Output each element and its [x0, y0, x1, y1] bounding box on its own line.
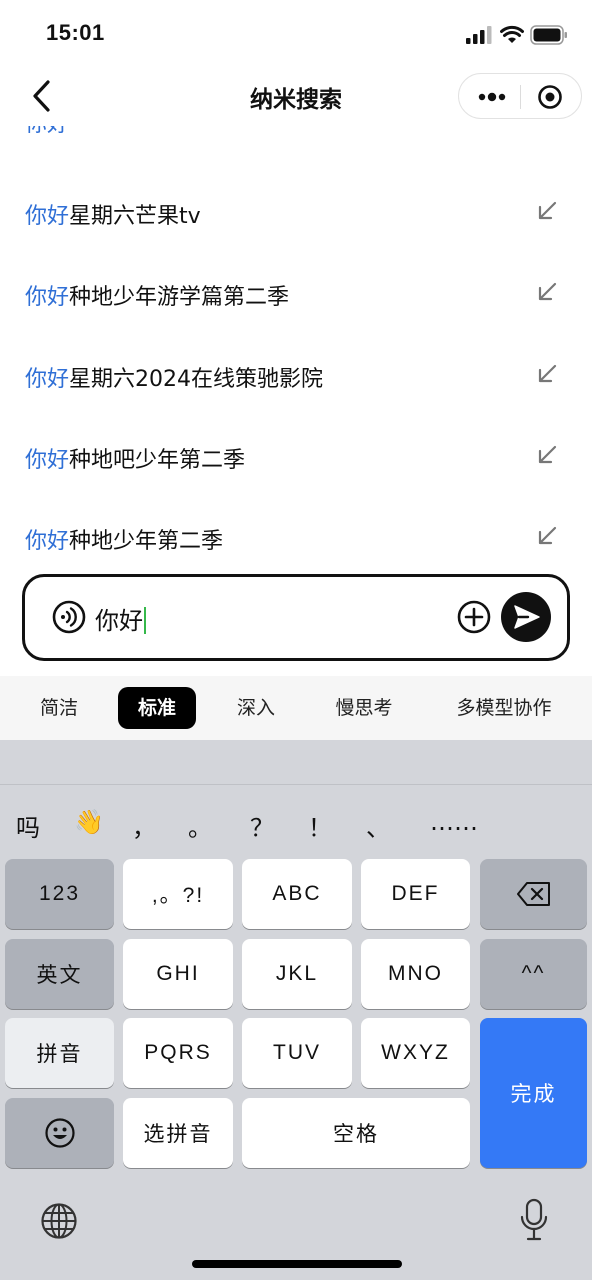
fill-arrow-icon[interactable] [536, 200, 558, 222]
suggestion-text: 你好星期六2024在线策驰影院 [25, 361, 323, 393]
wifi-icon [500, 25, 524, 43]
fill-arrow-icon[interactable] [536, 281, 558, 303]
microphone-icon[interactable] [520, 1198, 548, 1242]
suggestion-highlight: 你好 [25, 367, 70, 392]
done-key[interactable]: 完成 [480, 1018, 587, 1168]
suggestion-text: 你好种地少年游学篇第二季 [25, 279, 289, 311]
tab-standard[interactable]: 标准 [118, 687, 196, 729]
nav-bar: 纳米搜索 [0, 68, 592, 126]
backspace-key[interactable] [480, 859, 587, 929]
suggestion-text: 你好星期六芒果tv [25, 198, 201, 230]
status-time: 15:01 [46, 20, 105, 45]
tab-deep[interactable]: 深入 [222, 687, 290, 729]
voice-input-icon[interactable] [52, 600, 86, 634]
candidate-enumeration-comma[interactable]: 、 [366, 808, 390, 843]
fill-arrow-icon[interactable] [536, 525, 558, 547]
cellular-signal-icon [466, 26, 492, 44]
tab-multi-model[interactable]: 多模型协作 [446, 687, 562, 729]
suggestion-highlight: 你好 [25, 204, 70, 229]
mode-tabs: 简洁 标准 深入 慢思考 多模型协作 [0, 676, 592, 740]
home-indicator [192, 1260, 402, 1268]
status-bar: 15:01 [0, 0, 592, 68]
list-item-partial[interactable]: 你好 [0, 126, 592, 152]
candidate-word[interactable]: 吗 [16, 808, 40, 843]
key-abc[interactable]: ABC [242, 859, 352, 929]
text-caret [144, 607, 146, 634]
tab-concise[interactable]: 简洁 [24, 687, 94, 729]
suggestion-rest: 种地少年第二季 [69, 529, 224, 554]
list-item[interactable]: 你好星期六2024在线策驰影院 [0, 347, 592, 407]
capsule-divider [520, 85, 521, 109]
candidate-ellipsis[interactable]: …… [430, 808, 478, 836]
key-123[interactable]: 123 [5, 859, 114, 929]
key-pqrs[interactable]: PQRS [123, 1018, 233, 1088]
add-attachment-button[interactable] [457, 600, 491, 634]
keyboard-divider [0, 784, 592, 785]
globe-icon[interactable] [40, 1202, 78, 1240]
suggestion-text: 你好种地少年第二季 [25, 523, 223, 555]
keyboard: 吗 👋 ， 。 ？ ！ 、 …… 123 ,。?! ABC DEF 英文 GHI… [0, 740, 592, 1280]
suggestion-rest: 种地吧少年第二季 [69, 448, 246, 473]
key-wxyz[interactable]: WXYZ [361, 1018, 470, 1088]
list-item[interactable]: 你好种地吧少年第二季 [0, 428, 592, 488]
suggestion-text: 你好种地吧少年第二季 [25, 442, 245, 474]
suggestion-highlight: 你好 [25, 448, 70, 473]
suggestion-rest: 星期六2024在线策驰影院 [69, 367, 324, 392]
search-input[interactable]: 你好 [95, 601, 146, 636]
key-def[interactable]: DEF [361, 859, 470, 929]
key-emoticon[interactable]: ^^ [480, 939, 587, 1009]
key-jkl[interactable]: JKL [242, 939, 352, 1009]
search-input-value: 你好 [95, 607, 143, 635]
fill-arrow-icon[interactable] [536, 363, 558, 385]
search-input-box[interactable]: 你好 [22, 574, 570, 661]
key-select-pinyin[interactable]: 选拼音 [123, 1098, 233, 1168]
space-key[interactable]: 空格 [242, 1098, 470, 1168]
tab-slow-think[interactable]: 慢思考 [326, 687, 402, 729]
key-english[interactable]: 英文 [5, 939, 114, 1009]
candidate-emoji[interactable]: 👋 [74, 808, 104, 836]
emoji-icon [44, 1118, 75, 1148]
fill-arrow-icon[interactable] [536, 444, 558, 466]
suggestion-highlight: 你好 [25, 126, 69, 137]
more-dots-icon[interactable] [477, 87, 507, 107]
key-pinyin[interactable]: 拼音 [5, 1018, 114, 1088]
send-button[interactable] [501, 592, 551, 642]
close-miniprogram-icon[interactable] [537, 84, 563, 110]
battery-icon [530, 25, 567, 45]
suggestion-rest: 种地少年游学篇第二季 [69, 285, 290, 310]
key-mno[interactable]: MNO [361, 939, 470, 1009]
suggestion-text: 你好 [25, 126, 69, 138]
mini-program-capsule [458, 73, 582, 119]
suggestion-rest: 星期六芒果tv [69, 204, 201, 229]
emoji-key[interactable] [5, 1098, 114, 1168]
suggestion-highlight: 你好 [25, 529, 70, 554]
list-item[interactable]: 你好种地少年第二季 [0, 509, 592, 569]
candidate-comma[interactable]: ， [132, 808, 156, 843]
send-icon [514, 605, 540, 629]
backspace-icon [516, 882, 550, 906]
list-item[interactable]: 你好种地少年游学篇第二季 [0, 265, 592, 325]
key-ghi[interactable]: GHI [123, 939, 233, 1009]
candidate-question[interactable]: ？ [250, 808, 274, 843]
list-item[interactable]: 你好星期六芒果tv [0, 184, 592, 244]
suggestion-list: 你好 你好星期六芒果tv 你好种地少年游学篇第二季 你好星期六2024在线策驰影… [0, 126, 592, 574]
candidate-exclamation[interactable]: ！ [308, 808, 332, 843]
key-punctuation[interactable]: ,。?! [123, 859, 233, 929]
suggestion-highlight: 你好 [25, 285, 70, 310]
candidate-period[interactable]: 。 [188, 808, 212, 843]
key-tuv[interactable]: TUV [242, 1018, 352, 1088]
